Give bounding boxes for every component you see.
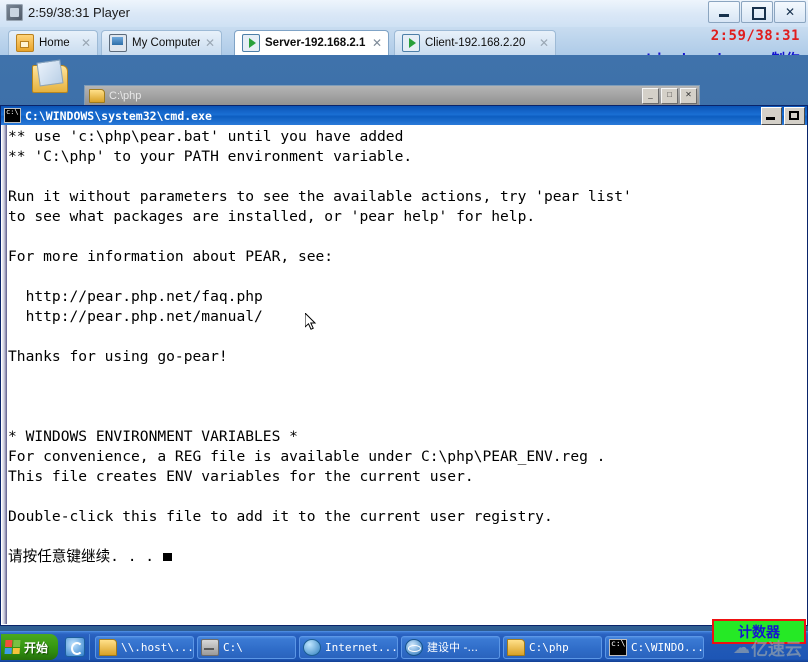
- cmd-console-body[interactable]: ** use 'c:\php\pear.bat' until you have …: [2, 125, 806, 624]
- taskbar-button-label: C:\php: [529, 640, 569, 654]
- minimize-button[interactable]: [761, 107, 782, 125]
- taskbar-button-label: C:\WINDO...: [631, 640, 704, 654]
- vmware-title-text: 2:59/38:31 Player: [28, 5, 130, 20]
- cmd-left-edge: [2, 125, 7, 624]
- highlight-annotation-text: 计数器: [738, 624, 780, 641]
- maximize-button[interactable]: [784, 107, 805, 125]
- home-icon: [16, 34, 34, 52]
- folder-icon: [99, 638, 118, 656]
- minimize-icon[interactable]: _: [642, 88, 659, 104]
- minimize-icon: [766, 117, 775, 120]
- start-button-label: 开始: [24, 640, 49, 655]
- minimize-icon: [719, 14, 729, 17]
- tab-close-icon[interactable]: ✕: [79, 36, 93, 50]
- globe-icon: [303, 638, 322, 656]
- cmd-title-text: C:\WINDOWS\system32\cmd.exe: [25, 108, 212, 123]
- close-icon: ✕: [784, 5, 796, 19]
- start-button[interactable]: 开始: [1, 634, 59, 660]
- tab-label: My Computer: [132, 37, 200, 49]
- vmware-title-group: 2:59/38:31 Player: [6, 4, 130, 21]
- tab-client-192-168-2-20[interactable]: Client-192.168.2.20 ✕: [394, 30, 556, 55]
- tab-label: Client-192.168.2.20: [425, 37, 526, 49]
- cmd-titlebar: C:\WINDOWS\system32\cmd.exe: [1, 106, 807, 125]
- taskbar-button-label: \\.host\...: [121, 640, 194, 654]
- minimize-button[interactable]: [708, 1, 740, 23]
- cmd-window-controls: [761, 107, 805, 125]
- vmware-player-icon: [6, 4, 23, 21]
- vmware-window-controls: ✕: [708, 1, 806, 23]
- folder-icon: [507, 638, 526, 656]
- guest-os-screen[interactable]: C:\php _ □ ✕ C:\WINDOWS\system32\cmd.exe…: [0, 55, 808, 662]
- overlay-timestamp: 2:59/38:31: [710, 28, 800, 44]
- highlight-annotation-box: 计数器: [712, 619, 806, 644]
- tab-label: Home: [39, 37, 70, 49]
- quick-launch-bar[interactable]: [61, 634, 91, 660]
- quick-launch-icon[interactable]: [65, 637, 86, 657]
- maximize-button[interactable]: [741, 1, 773, 23]
- tab-close-icon[interactable]: ✕: [537, 36, 551, 50]
- monitor-icon: [109, 34, 127, 52]
- taskbar-button-internet[interactable]: Internet...: [299, 635, 399, 659]
- tab-close-icon[interactable]: ✕: [370, 36, 384, 50]
- tab-home[interactable]: Home ✕: [8, 30, 98, 55]
- cmd-icon: [4, 108, 21, 123]
- vm-running-icon: [402, 34, 420, 52]
- taskbar-button-label: C:\: [223, 640, 243, 654]
- taskbar-buttons: \\.host\... C:\ Internet... 建设中 -... C:\…: [90, 635, 808, 659]
- tab-close-icon[interactable]: ✕: [203, 36, 217, 50]
- vm-running-icon: [242, 34, 260, 52]
- taskbar-button-under-construction[interactable]: 建设中 -...: [401, 635, 501, 659]
- cmd-output-text: ** use 'c:\php\pear.bat' until you have …: [8, 128, 632, 565]
- close-button[interactable]: ✕: [774, 1, 806, 23]
- block-cursor: [162, 553, 172, 561]
- cmd-console-output: ** use 'c:\php\pear.bat' until you have …: [8, 127, 632, 567]
- folder-icon: [89, 89, 105, 103]
- taskbar-button-label: 建设中 -...: [427, 641, 478, 654]
- taskbar-button-cmd[interactable]: C:\WINDO...: [605, 635, 705, 659]
- windows-logo-icon: [4, 640, 21, 654]
- windows-taskbar: 开始 \\.host\... C:\ Internet... 建设中 -... …: [0, 631, 808, 662]
- maximize-icon: [789, 111, 799, 120]
- cmd-icon: [609, 638, 628, 656]
- close-icon[interactable]: ✕: [680, 88, 697, 104]
- tab-label: Server-192.168.2.1: [265, 37, 366, 49]
- tab-server-192-168-2-1[interactable]: Server-192.168.2.1 ✕: [234, 30, 389, 55]
- drive-icon: [201, 638, 220, 656]
- taskbar-button-host-share[interactable]: \\.host\...: [95, 635, 195, 659]
- taskbar-button-label: Internet...: [325, 640, 398, 654]
- maximize-icon[interactable]: □: [661, 88, 678, 104]
- vmware-player-window: 2:59/38:31 Player ✕ Home ✕ My Computer ✕…: [0, 0, 808, 662]
- maximize-icon: [752, 7, 766, 20]
- taskbar-button-c-drive[interactable]: C:\: [197, 635, 297, 659]
- background-window-titlebar: C:\php: [85, 86, 699, 106]
- background-window-title: C:\php: [109, 90, 142, 102]
- background-window-controls: _ □ ✕: [642, 88, 697, 104]
- vmware-titlebar: 2:59/38:31 Player ✕: [0, 0, 808, 27]
- document-icon: [36, 59, 64, 87]
- tab-my-computer[interactable]: My Computer ✕: [101, 30, 222, 55]
- command-prompt-window[interactable]: C:\WINDOWS\system32\cmd.exe ** use 'c:\p…: [0, 105, 808, 626]
- ie-icon: [405, 638, 424, 656]
- taskbar-button-c-php[interactable]: C:\php: [503, 635, 603, 659]
